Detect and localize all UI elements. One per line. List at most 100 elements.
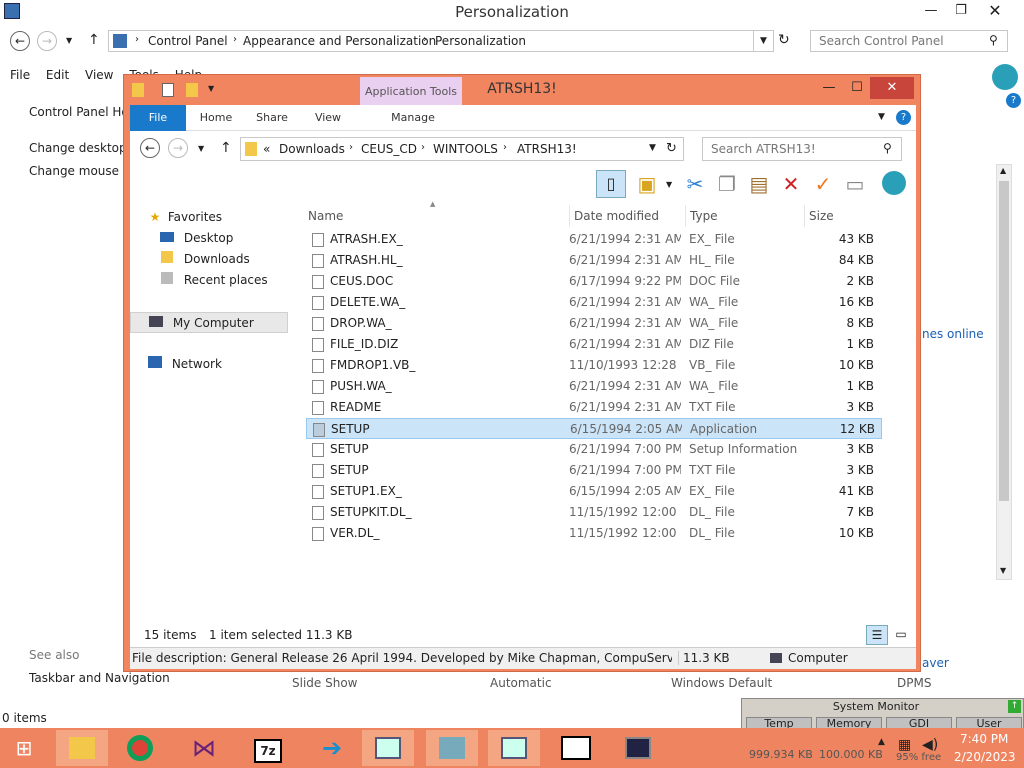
delete-icon[interactable]: ✕ (778, 171, 804, 197)
search-icon[interactable]: ⚲ (989, 34, 998, 46)
network-tray-icon[interactable]: ▦ (898, 738, 911, 752)
get-themes-online-link[interactable]: nes online (922, 327, 984, 341)
move-to-folder-icon[interactable]: ▣ (634, 171, 660, 197)
preview-pane-icon[interactable]: ▯ (596, 170, 626, 198)
cut-icon[interactable]: ✂ (682, 171, 708, 197)
tab-file[interactable]: File (130, 105, 186, 131)
taskbar-navigation-link[interactable]: Taskbar and Navigation (29, 671, 170, 685)
bg-minimize-button[interactable]: — (916, 0, 946, 22)
menu-view[interactable]: View (79, 62, 119, 88)
paste-icon[interactable]: ▤ (746, 171, 772, 197)
breadcrumb-control-panel[interactable]: Control Panel (148, 34, 228, 48)
menu-file[interactable]: File (4, 62, 36, 88)
table-row[interactable]: ATRASH.EX_ 6/21/1994 2:31 AM EX_ File 43 KB (306, 229, 882, 250)
breadcrumb-ceus-cd[interactable]: CEUS_CD (361, 142, 417, 156)
taskbar-app-window2[interactable] (488, 730, 540, 766)
back-icon[interactable]: ← (140, 138, 160, 158)
breadcrumb-downloads[interactable]: Downloads (279, 142, 345, 156)
table-row[interactable]: ATRASH.HL_ 6/21/1994 2:31 AM HL_ File 84 KB (306, 250, 882, 271)
refresh-icon[interactable]: ↻ (666, 142, 677, 155)
nav-desktop[interactable]: Desktop (130, 228, 288, 249)
toolbar-dropdown-icon[interactable]: ▼ (666, 181, 672, 189)
scroll-up-icon[interactable]: ▲ (1000, 167, 1006, 175)
nav-favorites[interactable]: ★ Favorites (130, 207, 288, 228)
breadcrumb-overflow[interactable]: « (263, 142, 270, 156)
copy-icon[interactable]: ❐ (714, 171, 740, 197)
taskbar-monitor-app[interactable] (612, 730, 664, 766)
explorer-address-bar[interactable]: « Downloads › CEUS_CD › WINTOOLS › ATRSH… (240, 137, 684, 161)
start-button[interactable]: ⊞ (0, 730, 48, 766)
table-row[interactable]: PUSH.WA_ 6/21/1994 2:31 AM WA_ File 1 KB (306, 376, 882, 397)
nav-network[interactable]: Network (130, 354, 288, 375)
tab-home[interactable]: Home (190, 105, 242, 131)
change-mouse-link[interactable]: Change mouse po (29, 164, 138, 178)
up-icon[interactable]: ↑ (220, 141, 232, 155)
tab-view[interactable]: View (302, 105, 354, 131)
sysmon-pin-icon[interactable]: ↑ (1008, 700, 1021, 713)
search-icon[interactable]: ⚲ (883, 142, 892, 154)
bg-address-bar[interactable]: › Control Panel › Appearance and Persona… (108, 30, 774, 52)
bg-maximize-button[interactable]: ❐ (946, 0, 976, 22)
table-row[interactable]: README 6/21/1994 2:31 AM TXT File 3 KB (306, 397, 882, 418)
tab-share[interactable]: Share (246, 105, 298, 131)
table-row[interactable]: SETUP 6/21/1994 7:00 PM TXT File 3 KB (306, 460, 882, 481)
details-view-icon[interactable]: ☰ (866, 625, 888, 645)
help-icon[interactable]: ? (896, 110, 911, 125)
bg-search-box[interactable]: Search Control Panel ⚲ (810, 30, 1008, 52)
column-date[interactable]: Date modified (569, 205, 659, 227)
breadcrumb-personalization[interactable]: Personalization (435, 34, 526, 48)
taskbar-file-explorer[interactable] (56, 730, 108, 766)
taskbar-cmd[interactable] (550, 730, 602, 766)
taskbar-control-panel[interactable] (426, 730, 478, 766)
forward-icon[interactable]: → (168, 138, 188, 158)
refresh-icon[interactable]: ↻ (778, 33, 790, 47)
minimize-button[interactable]: — (814, 77, 844, 99)
table-row[interactable]: FILE_ID.DIZ 6/21/1994 2:31 AM DIZ File 1 KB (306, 334, 882, 355)
maximize-button[interactable]: ☐ (842, 77, 872, 99)
large-icons-view-icon[interactable]: ▭ (890, 625, 912, 645)
taskbar-7zip[interactable]: 7z (242, 730, 294, 766)
taskbar-app-window1[interactable] (362, 730, 414, 766)
table-row[interactable]: DROP.WA_ 6/21/1994 2:31 AM WA_ File 8 KB (306, 313, 882, 334)
scroll-thumb[interactable] (999, 181, 1009, 501)
explorer-search-box[interactable]: Search ATRSH13! ⚲ (702, 137, 902, 161)
recent-dropdown-icon[interactable]: ▼ (66, 37, 72, 45)
taskbar-visual-studio[interactable]: ⋈ (178, 730, 230, 766)
column-name[interactable]: Name (308, 205, 343, 227)
up-icon[interactable]: ↑ (88, 33, 100, 47)
table-row[interactable]: SETUP 6/21/1994 7:00 PM Setup Information 3… (306, 439, 882, 460)
clock-time[interactable]: 7:40 PM (960, 732, 1008, 746)
table-row[interactable]: DELETE.WA_ 6/21/1994 2:31 AM WA_ File 16 KB (306, 292, 882, 313)
tray-expand-icon[interactable]: ▲ (878, 738, 885, 747)
breadcrumb-wintools[interactable]: WINTOOLS (433, 142, 498, 156)
taskbar-chrome[interactable] (114, 730, 166, 766)
breadcrumb-atrsh13[interactable]: ATRSH13! (517, 142, 577, 156)
close-button[interactable]: ✕ (870, 77, 914, 99)
table-row[interactable]: VER.DL_ 11/15/1992 12:00 ... DL_ File 10 KB (306, 523, 882, 544)
table-row[interactable]: SETUPKIT.DL_ 11/15/1992 12:00 ... DL_ File… (306, 502, 882, 523)
breadcrumb-appearance[interactable]: Appearance and Personalization (243, 34, 436, 48)
recent-dropdown-icon[interactable]: ▼ (198, 145, 204, 153)
nav-downloads[interactable]: Downloads (130, 249, 288, 270)
change-desktop-link[interactable]: Change desktop i (29, 141, 134, 155)
volume-icon[interactable]: ◀) (922, 738, 938, 752)
bg-scrollbar[interactable]: ▲ ▼ (996, 164, 1012, 580)
clock-date[interactable]: 2/20/2023 (954, 750, 1016, 764)
scroll-down-icon[interactable]: ▼ (1000, 567, 1006, 575)
taskbar-app-arrow[interactable]: ➔ (306, 730, 358, 766)
tab-manage[interactable]: Manage (362, 105, 464, 131)
bg-close-button[interactable]: ✕ (980, 0, 1010, 22)
table-row[interactable]: FMDROP1.VB_ 11/10/1993 12:28 ... VB_ File 1… (306, 355, 882, 376)
column-size[interactable]: Size (804, 205, 834, 227)
ribbon-expand-icon[interactable]: ▼ (878, 113, 885, 122)
nav-recent-places[interactable]: Recent places (130, 270, 288, 291)
column-type[interactable]: Type (685, 205, 718, 227)
nav-my-computer[interactable]: My Computer (130, 312, 288, 333)
address-dropdown-icon[interactable]: ▼ (753, 31, 773, 51)
menu-edit[interactable]: Edit (40, 62, 75, 88)
check-icon[interactable]: ✓ (810, 171, 836, 197)
bg-help-icon[interactable]: ? (1006, 93, 1021, 108)
globe-icon[interactable] (882, 171, 906, 195)
table-row[interactable]: CEUS.DOC 6/17/1994 9:22 PM DOC File 2 KB (306, 271, 882, 292)
back-icon[interactable]: ← (10, 31, 30, 51)
